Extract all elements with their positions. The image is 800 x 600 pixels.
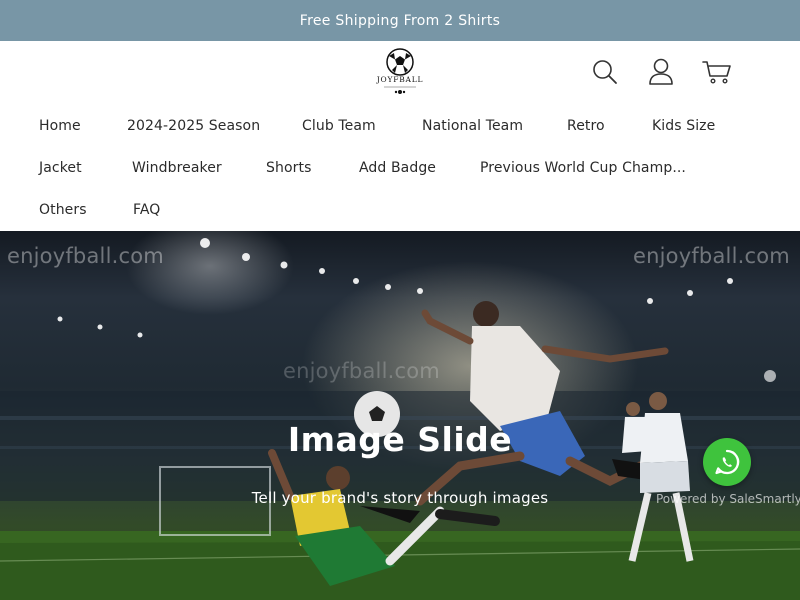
soccer-ball-logo-icon bbox=[386, 48, 414, 76]
site-header: JOYFBALL Home 2024-2025 Season Club Team… bbox=[0, 41, 800, 231]
logo-brand-text: JOYFBALL bbox=[376, 75, 424, 84]
hero-watermark-left: enjoyfball.com bbox=[7, 244, 164, 268]
nav-item-others[interactable]: Others bbox=[39, 202, 87, 218]
nav-item-season[interactable]: 2024-2025 Season bbox=[127, 118, 260, 134]
search-button[interactable] bbox=[588, 55, 622, 89]
search-icon bbox=[593, 60, 617, 84]
nav-item-faq[interactable]: FAQ bbox=[133, 202, 160, 218]
announcement-text: Free Shipping From 2 Shirts bbox=[299, 12, 501, 29]
nav-item-jacket[interactable]: Jacket bbox=[39, 160, 82, 176]
hero-watermark-right: enjoyfball.com bbox=[633, 244, 790, 268]
nav-item-home[interactable]: Home bbox=[39, 118, 81, 134]
hero-image bbox=[0, 238, 800, 600]
nav-item-club-team[interactable]: Club Team bbox=[302, 118, 376, 134]
nav-item-national-team[interactable]: National Team bbox=[422, 118, 523, 134]
account-icon bbox=[649, 58, 673, 85]
announcement-bar: Free Shipping From 2 Shirts bbox=[0, 0, 800, 41]
nav-item-world-cup-champions[interactable]: Previous World Cup Champ... bbox=[480, 160, 686, 176]
logo-ornament-icon bbox=[384, 86, 416, 94]
nav-item-add-badge[interactable]: Add Badge bbox=[359, 160, 436, 176]
cart-icon bbox=[702, 61, 731, 84]
whatsapp-chat-button[interactable] bbox=[703, 438, 751, 486]
nav-item-windbreaker[interactable]: Windbreaker bbox=[132, 160, 222, 176]
cart-button[interactable] bbox=[700, 55, 734, 89]
nav-item-kids-size[interactable]: Kids Size bbox=[652, 118, 715, 134]
whatsapp-icon bbox=[715, 449, 740, 475]
account-button[interactable] bbox=[644, 55, 678, 89]
hero-title: Image Slide bbox=[287, 420, 513, 459]
hero-slideshow[interactable]: enjoyfball.com enjoyfball.com enjoyfball… bbox=[0, 231, 800, 600]
nav-item-shorts[interactable]: Shorts bbox=[266, 160, 311, 176]
nav-item-retro[interactable]: Retro bbox=[567, 118, 605, 134]
hero-watermark-center: enjoyfball.com bbox=[283, 359, 440, 383]
powered-by-text: Powered by SaleSmartly bbox=[656, 492, 800, 506]
site-logo[interactable]: JOYFBALL bbox=[371, 47, 429, 105]
